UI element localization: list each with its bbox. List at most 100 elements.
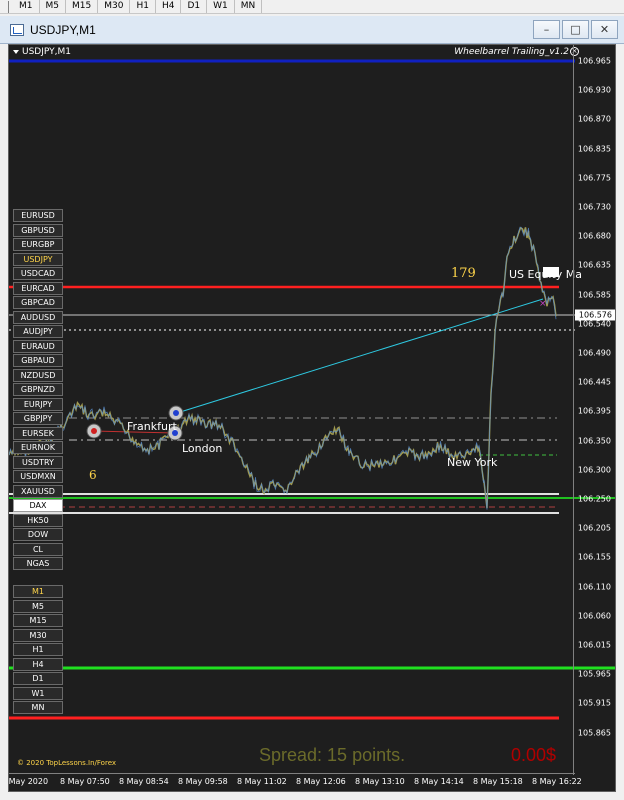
trend-start-marker-dot: [173, 410, 179, 416]
price-tick-label: 105.915: [577, 698, 611, 708]
symbol-button-xauusd[interactable]: XAUUSD: [13, 484, 63, 498]
profit-readout: 0.00$: [511, 745, 557, 765]
symbol-button-hk50[interactable]: HK50: [13, 513, 63, 527]
price-tick-label: 106.060: [577, 611, 611, 621]
symbol-header-label: USDJPY,M1: [22, 47, 71, 57]
chart-window-titlebar[interactable]: USDJPY,M1 – □ ✕: [0, 16, 624, 44]
counter-6: 6: [89, 468, 97, 482]
price-tick-label: 106.835: [577, 144, 611, 154]
time-tick-label: 8 May 08:54: [119, 777, 169, 786]
toolbar-tf-d1[interactable]: D1: [181, 0, 208, 13]
timeframe-toolbar: M1 M5 M15 M30 H1 H4 D1 W1 MN: [0, 0, 624, 14]
session-label-frankfurt: Frankfurt: [127, 420, 177, 433]
indicator-name: Wheelbarrel Trailing_v1.2: [454, 47, 569, 57]
symbol-button-dax[interactable]: DAX: [13, 499, 63, 512]
toolbar-tf-mn[interactable]: MN: [235, 0, 263, 13]
chart-canvas: ×: [9, 59, 615, 720]
price-tick-label: 106.680: [577, 231, 611, 241]
time-tick-label: 8 May 07:50: [60, 777, 110, 786]
symbol-button-audjpy[interactable]: AUDJPY: [13, 325, 63, 338]
timeframe-button-m30[interactable]: M30: [13, 628, 63, 642]
symbol-button-eurcad[interactable]: EURCAD: [13, 281, 63, 295]
symbol-button-eurnok[interactable]: EURNOK: [13, 441, 63, 454]
toolbar-tf-m15[interactable]: M15: [66, 0, 99, 13]
time-tick-label: 8 May 13:10: [355, 777, 405, 786]
timeframe-button-h1[interactable]: H1: [13, 643, 63, 656]
counter-179: 179: [451, 266, 476, 281]
toolbar-tf-h4[interactable]: H4: [156, 0, 182, 13]
minimize-icon[interactable]: –: [533, 20, 560, 39]
symbol-header[interactable]: USDJPY,M1: [13, 47, 71, 57]
price-tick-label: 105.965: [577, 669, 611, 679]
symbol-button-dow[interactable]: DOW: [13, 528, 63, 541]
chart-window-icon: [10, 23, 24, 36]
timeframe-button-mn[interactable]: MN: [13, 701, 63, 714]
symbol-button-audusd[interactable]: AUDUSD: [13, 310, 63, 324]
symbol-button-eursek[interactable]: EURSEK: [13, 426, 63, 440]
time-tick-label: 8 May 11:02: [237, 777, 287, 786]
toolbar-grip: [8, 0, 9, 13]
time-tick-label: 8 May 2020: [8, 777, 49, 786]
symbol-button-gbpjpy[interactable]: GBPJPY: [13, 412, 63, 425]
symbol-button-usdjpy[interactable]: USDJPY: [13, 252, 63, 266]
session-label-london: London: [182, 442, 223, 455]
trend-end-marker-icon: ×: [539, 299, 547, 309]
symbol-button-gbpusd[interactable]: GBPUSD: [13, 223, 63, 237]
window-title: USDJPY,M1: [30, 22, 96, 37]
window-controls: – □ ✕: [533, 20, 618, 39]
symbol-button-eurusd[interactable]: EURUSD: [13, 209, 63, 222]
toolbar-tf-h1[interactable]: H1: [130, 0, 156, 13]
toolbar-tf-m30[interactable]: M30: [98, 0, 131, 13]
symbol-button-usdmxn[interactable]: USDMXN: [13, 470, 63, 483]
timeframe-button-m15[interactable]: M15: [13, 614, 63, 627]
price-tick-label: 106.395: [577, 406, 611, 416]
time-tick-label: 8 May 12:06: [296, 777, 346, 786]
price-tick-label: 106.110: [577, 582, 611, 592]
price-tick-label: 105.865: [577, 728, 611, 738]
toolbar-tf-m5[interactable]: M5: [40, 0, 66, 13]
symbol-button-usdcad[interactable]: USDCAD: [13, 267, 63, 280]
timeframe-button-m1[interactable]: M1: [13, 585, 63, 598]
price-tick-label: 106.965: [577, 56, 611, 66]
symbol-button-usdtry[interactable]: USDTRY: [13, 455, 63, 469]
timeframe-button-w1[interactable]: W1: [13, 686, 63, 700]
symbol-button-eurgbp[interactable]: EURGBP: [13, 238, 63, 251]
session-label-new-york: New York: [447, 456, 498, 469]
price-tick-label: 106.155: [577, 552, 611, 562]
toolbar-tf-m1[interactable]: M1: [13, 0, 40, 13]
copyright-footer: © 2020 TopLessons.In/Forex: [17, 759, 117, 767]
symbol-button-nzdusd[interactable]: NZDUSD: [13, 368, 63, 382]
toolbar-tf-w1[interactable]: W1: [207, 0, 235, 13]
price-tick-label: 106.930: [577, 85, 611, 95]
symbol-button-euraud[interactable]: EURAUD: [13, 339, 63, 353]
close-icon[interactable]: ✕: [591, 20, 618, 39]
price-tick-label: 106.635: [577, 260, 611, 270]
symbol-button-gbpaud[interactable]: GBPAUD: [13, 354, 63, 367]
price-tick-label: 106.445: [577, 377, 611, 387]
symbol-button-gbpcad[interactable]: GBPCAD: [13, 296, 63, 309]
symbol-button-gbpnzd[interactable]: GBPNZD: [13, 383, 63, 396]
timeframe-button-m5[interactable]: M5: [13, 599, 63, 613]
price-tick-label: 106.015: [577, 640, 611, 650]
symbol-button-cl[interactable]: CL: [13, 542, 63, 556]
session-label-us-equity: US Equity Ma: [509, 268, 583, 281]
symbol-button-eurjpy[interactable]: EURJPY: [13, 397, 63, 411]
price-tick-label: 106.300: [577, 465, 611, 475]
time-tick-label: 8 May 16:22: [532, 777, 582, 786]
price-tick-label: 106.350: [577, 436, 611, 446]
time-tick-label: 8 May 15:18: [473, 777, 523, 786]
price-tick-label: 106.775: [577, 173, 611, 183]
restore-icon[interactable]: □: [562, 20, 589, 39]
price-tick-label: 106.205: [577, 523, 611, 533]
price-chart[interactable]: × USDJPY,M1 Wheelbarrel Trailing_v1.2 × …: [8, 44, 616, 792]
symbol-button-ngas[interactable]: NGAS: [13, 557, 63, 570]
price-tick-label: 106.730: [577, 202, 611, 212]
time-axis[interactable]: 8 May 2020 8 May 07:50 8 May 08:54 8 May 09…: [8, 773, 582, 791]
price-tick-label: 106.540: [577, 319, 611, 329]
price-axis[interactable]: 106.576 106.965 106.930 106.870 106.835 106.…: [573, 45, 615, 775]
timeframe-button-d1[interactable]: D1: [13, 672, 63, 685]
timeframe-button-h4[interactable]: H4: [13, 657, 63, 671]
price-tick-label: 106.250: [577, 494, 611, 504]
price-tick-label: 106.870: [577, 114, 611, 124]
trend-line: [176, 298, 544, 414]
